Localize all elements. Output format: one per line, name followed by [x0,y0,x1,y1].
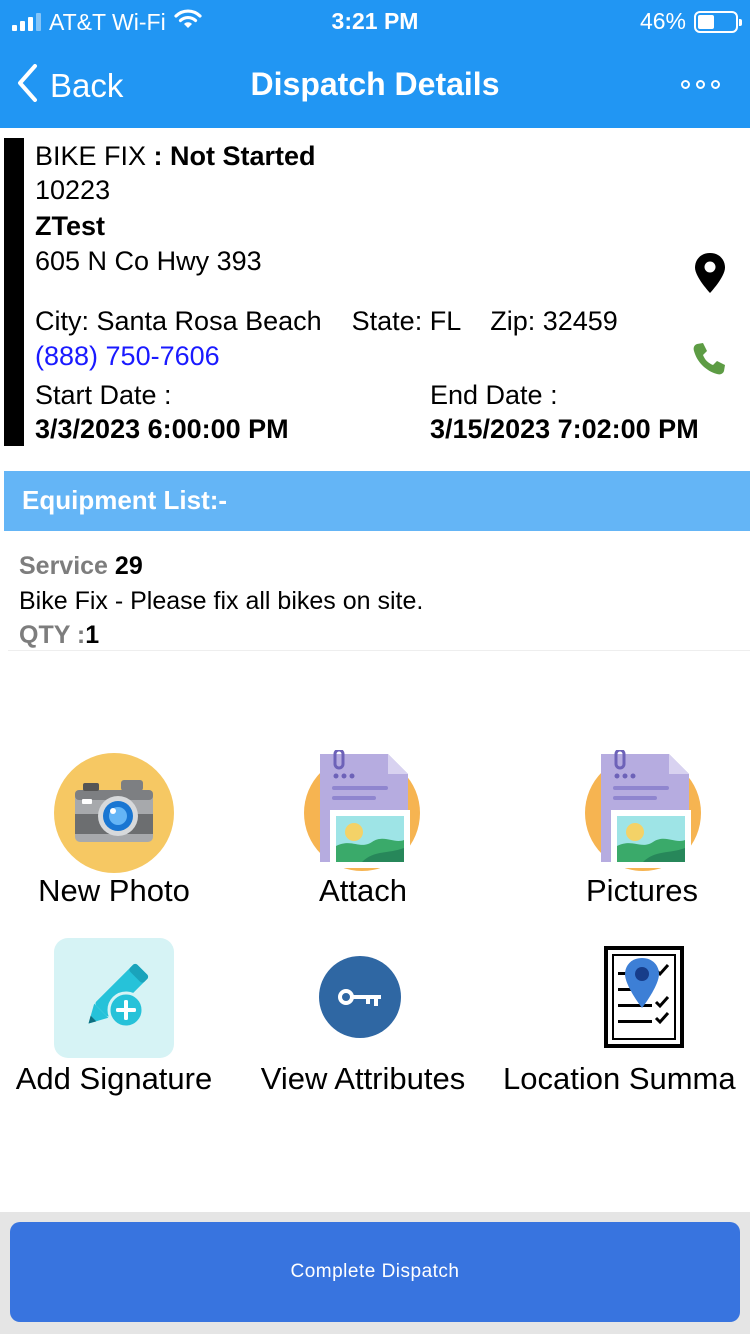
service-label: Service [19,552,108,580]
city-state-zip: City: Santa Rosa Beach State: FL Zip: 32… [35,306,618,336]
more-options-icon[interactable] [681,80,720,89]
view-attributes-label: View Attributes [260,1061,466,1096]
status-right: 46% [639,8,742,35]
pictures-button[interactable]: Pictures [530,745,750,915]
location-summary-icon [604,946,684,1053]
add-signature-button[interactable]: Add Signature [0,935,228,1100]
complete-dispatch-button[interactable]: Complete Dispatch [10,1222,740,1322]
status-indicator-bar [4,138,24,446]
job-title-line: BIKE FIX : Not Started [35,140,316,173]
camera-icon [53,752,175,879]
job-type: BIKE FIX [35,141,147,171]
address-line: 605 N Co Hwy 393 [35,246,262,276]
phone-icon[interactable] [690,340,728,383]
job-status: Not Started [170,141,316,171]
equipment-item[interactable]: Service 29 Bike Fix - Please fix all bik… [8,548,750,651]
qty-line: QTY :1 [19,621,99,650]
battery-percent: 46% [639,8,686,34]
view-attributes-button[interactable]: View Attributes [245,935,481,1100]
end-date-value: 3/15/2023 7:02:00 PM [430,414,699,444]
new-photo-button[interactable]: New Photo [0,745,228,915]
start-date-value: 3/3/2023 6:00:00 PM [35,414,289,444]
customer-name: ZTest [35,211,106,241]
pictures-label: Pictures [586,873,698,908]
new-photo-label: New Photo [38,873,190,908]
qty-label: QTY : [19,621,86,649]
status-separator: : [146,141,171,171]
page-title: Dispatch Details [250,66,500,102]
equipment-description: Bike Fix - Please fix all bikes on site. [19,587,424,615]
pictures-document-icon [583,748,705,877]
job-number: 10223 [35,175,111,205]
status-bar: AT&T Wi-Fi 3:21 PM 46% [0,0,750,42]
service-value: 29 [114,552,143,580]
clock: 3:21 PM [331,8,419,34]
key-icon [318,955,402,1044]
end-date-label: End Date : [430,380,558,410]
attach-button[interactable]: Attach [250,745,476,915]
location-summary-label: Location Summa [503,1061,736,1096]
nav-bar: Back Dispatch Details [0,42,750,128]
add-signature-label: Add Signature [15,1061,213,1096]
battery-icon [694,10,742,33]
equipment-list-header: Equipment List:- [4,471,750,531]
pen-add-icon [54,938,174,1063]
map-pin-icon[interactable] [692,252,728,299]
service-line: Service 29 [19,552,143,581]
app-header: AT&T Wi-Fi 3:21 PM 46% Back Dispatch Det… [0,0,750,128]
qty-value: 1 [85,621,100,649]
phone-link[interactable]: (888) 750-7606 [35,340,220,373]
dispatch-card: BIKE FIX : Not Started 10223 ZTest 605 N… [0,128,750,458]
attach-document-icon [302,748,424,877]
location-summary-button[interactable]: Location Summa [500,935,750,1100]
attach-label: Attach [319,873,407,908]
start-date-label: Start Date : [35,380,172,410]
